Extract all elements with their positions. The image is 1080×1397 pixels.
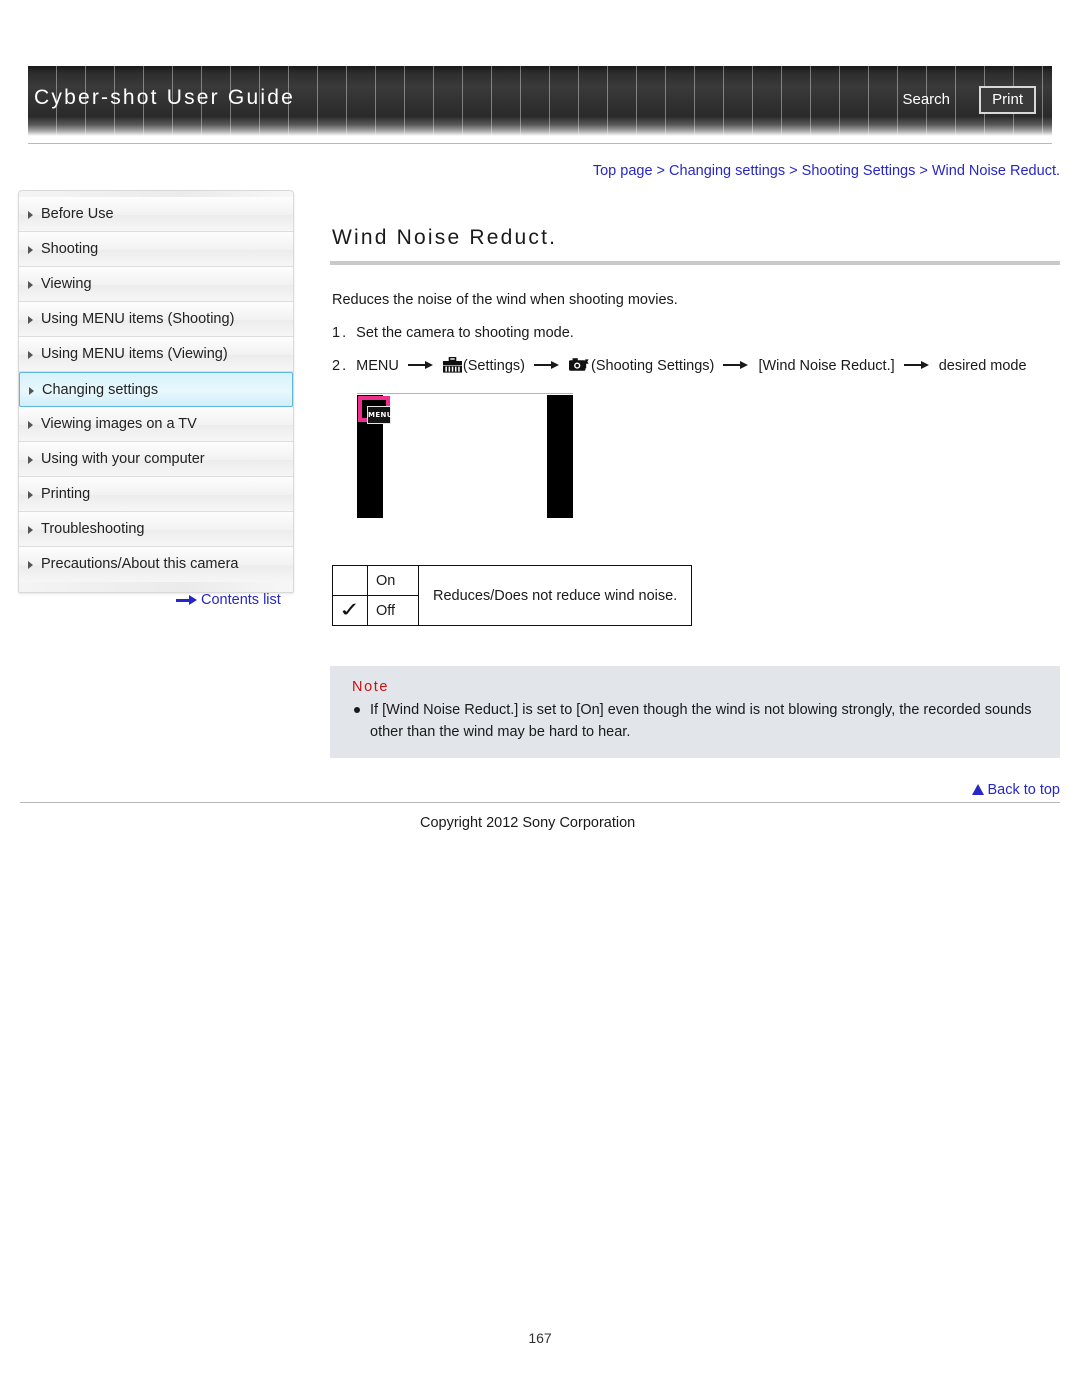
sidebar-item-troubleshooting[interactable]: Troubleshooting bbox=[19, 512, 293, 547]
sidebar-item-using-menu-items-shooting[interactable]: Using MENU items (Shooting) bbox=[19, 302, 293, 337]
intro-text: Reduces the noise of the wind when shoot… bbox=[332, 292, 678, 308]
note-box: Note If [Wind Noise Reduct.] is set to [… bbox=[330, 666, 1060, 758]
row-off-label: Off bbox=[367, 595, 419, 626]
note-item: If [Wind Noise Reduct.] is set to [On] e… bbox=[352, 699, 1042, 743]
options-table: On Reduces/Does not reduce wind noise. ✓… bbox=[332, 565, 693, 626]
sidebar-item-label: Troubleshooting bbox=[41, 521, 145, 537]
step-1: 1. Set the camera to shooting mode. bbox=[330, 325, 1060, 341]
breadcrumb[interactable]: Top page > Changing settings > Shooting … bbox=[330, 163, 1060, 179]
sidebar-item-label: Using MENU items (Shooting) bbox=[41, 311, 235, 327]
step-1-text: Set the camera to shooting mode. bbox=[356, 325, 574, 341]
sidebar-item-changing-settings[interactable]: Changing settings bbox=[19, 372, 293, 407]
sidebar-item-label: Using with your computer bbox=[41, 451, 205, 467]
step-2-desired-mode-label: desired mode bbox=[938, 358, 1027, 374]
step-2-menu-item-label: [Wind Noise Reduct.] bbox=[758, 358, 895, 374]
camera-screen-menu-illustration: MENU bbox=[357, 393, 573, 518]
step-2-number: 2. bbox=[332, 358, 349, 374]
main-content: Wind Noise Reduct. Reduces the noise of … bbox=[20, 190, 1060, 831]
chevron-right-icon bbox=[28, 491, 33, 499]
arrow-right-icon bbox=[903, 360, 930, 369]
sidebar-item-using-menu-items-viewing[interactable]: Using MENU items (Viewing) bbox=[19, 337, 293, 372]
contents-list-label: Contents list bbox=[201, 592, 281, 608]
checkmark-icon: ✓ bbox=[336, 599, 364, 622]
chevron-right-icon bbox=[28, 211, 33, 219]
copyright-text: Copyright 2012 Sony Corporation bbox=[420, 815, 636, 831]
breadcrumb-item-shooting-settings[interactable]: Shooting Settings bbox=[802, 163, 916, 179]
back-to-top-link[interactable]: Back to top bbox=[972, 782, 1060, 798]
title-divider bbox=[330, 261, 1060, 265]
arrow-right-icon bbox=[407, 360, 434, 369]
arrow-right-icon bbox=[534, 360, 560, 369]
sidebar-item-printing[interactable]: Printing bbox=[19, 477, 293, 512]
chevron-right-icon bbox=[28, 561, 33, 569]
menu-button-icon[interactable]: MENU bbox=[367, 406, 392, 424]
menu-button-highlight: MENU bbox=[358, 396, 392, 424]
sidebar-item-label: Using MENU items (Viewing) bbox=[41, 346, 228, 362]
sidebar-item-viewing[interactable]: Viewing bbox=[19, 267, 293, 302]
sidebar-item-label: Shooting bbox=[41, 241, 99, 257]
breadcrumb-separator: > bbox=[919, 163, 928, 179]
breadcrumb-item-current: Wind Noise Reduct. bbox=[931, 163, 1060, 179]
arrow-right-icon bbox=[723, 360, 749, 369]
sidebar-item-viewing-images-on-a-tv[interactable]: Viewing images on a TV bbox=[19, 407, 293, 442]
triangle-up-icon bbox=[972, 784, 985, 795]
chevron-right-icon bbox=[28, 526, 33, 534]
page-title: Wind Noise Reduct. bbox=[332, 226, 558, 249]
chevron-right-icon bbox=[29, 387, 34, 395]
illustration-right-band bbox=[547, 395, 573, 518]
footer-divider bbox=[20, 802, 1060, 803]
page-number: 167 bbox=[528, 1330, 552, 1346]
sidebar-item-before-use[interactable]: Before Use bbox=[19, 197, 293, 232]
sidebar-item-label: Printing bbox=[41, 486, 91, 502]
chevron-right-icon bbox=[28, 281, 33, 289]
row-on-check-cell bbox=[332, 565, 368, 596]
toolbox-settings-icon bbox=[442, 356, 462, 377]
step-2-settings-label: (Settings) bbox=[462, 358, 525, 374]
header-divider bbox=[28, 143, 1052, 144]
table-row: On Reduces/Does not reduce wind noise. bbox=[332, 565, 693, 626]
sidebar-item-label: Before Use bbox=[41, 206, 114, 222]
note-title: Note bbox=[352, 679, 390, 695]
search-button[interactable]: Search bbox=[902, 91, 950, 108]
contents-list-link[interactable]: Contents list bbox=[176, 592, 281, 608]
row-description: Reduces/Does not reduce wind noise. bbox=[417, 565, 693, 626]
step-2: 2. MENU (Settings) (Shooting Settings) [… bbox=[330, 356, 1060, 377]
row-on-label: On bbox=[367, 565, 419, 596]
note-list: If [Wind Noise Reduct.] is set to [On] e… bbox=[352, 699, 1042, 743]
sidebar-item-precautions-about-this-camera[interactable]: Precautions/About this camera bbox=[19, 547, 293, 582]
sidebar-item-label: Viewing bbox=[41, 276, 92, 292]
breadcrumb-item-changing-settings[interactable]: Changing settings bbox=[669, 163, 785, 179]
sidebar-item-label: Changing settings bbox=[42, 382, 159, 398]
site-title: Cyber-shot User Guide bbox=[34, 86, 295, 109]
breadcrumb-item-top-page[interactable]: Top page bbox=[593, 163, 653, 179]
chevron-right-icon bbox=[28, 421, 33, 429]
sidebar-item-using-with-your-computer[interactable]: Using with your computer bbox=[19, 442, 293, 477]
print-button[interactable]: Print bbox=[979, 86, 1036, 114]
camera-shooting-settings-icon bbox=[569, 357, 590, 377]
row-off-check-cell: ✓ bbox=[332, 595, 368, 626]
sidebar-item-shooting[interactable]: Shooting bbox=[19, 232, 293, 267]
step-2-shooting-settings-label: (Shooting Settings) bbox=[591, 358, 715, 374]
chevron-right-icon bbox=[28, 316, 33, 324]
chevron-right-icon bbox=[28, 351, 33, 359]
breadcrumb-separator: > bbox=[656, 163, 666, 179]
sidebar-item-label: Precautions/About this camera bbox=[41, 556, 239, 572]
site-header: Cyber-shot User Guide Search Print bbox=[28, 66, 1052, 136]
step-2-menu-label: MENU bbox=[356, 358, 399, 374]
chevron-right-icon bbox=[28, 246, 33, 254]
sidebar-item-label: Viewing images on a TV bbox=[41, 416, 197, 432]
arrow-right-icon bbox=[176, 595, 198, 605]
breadcrumb-separator: > bbox=[789, 163, 798, 179]
step-1-number: 1. bbox=[332, 325, 349, 341]
chevron-right-icon bbox=[28, 456, 33, 464]
back-to-top-label: Back to top bbox=[987, 782, 1060, 798]
sidebar-nav: Before Use Shooting Viewing Using MENU i… bbox=[18, 190, 294, 593]
